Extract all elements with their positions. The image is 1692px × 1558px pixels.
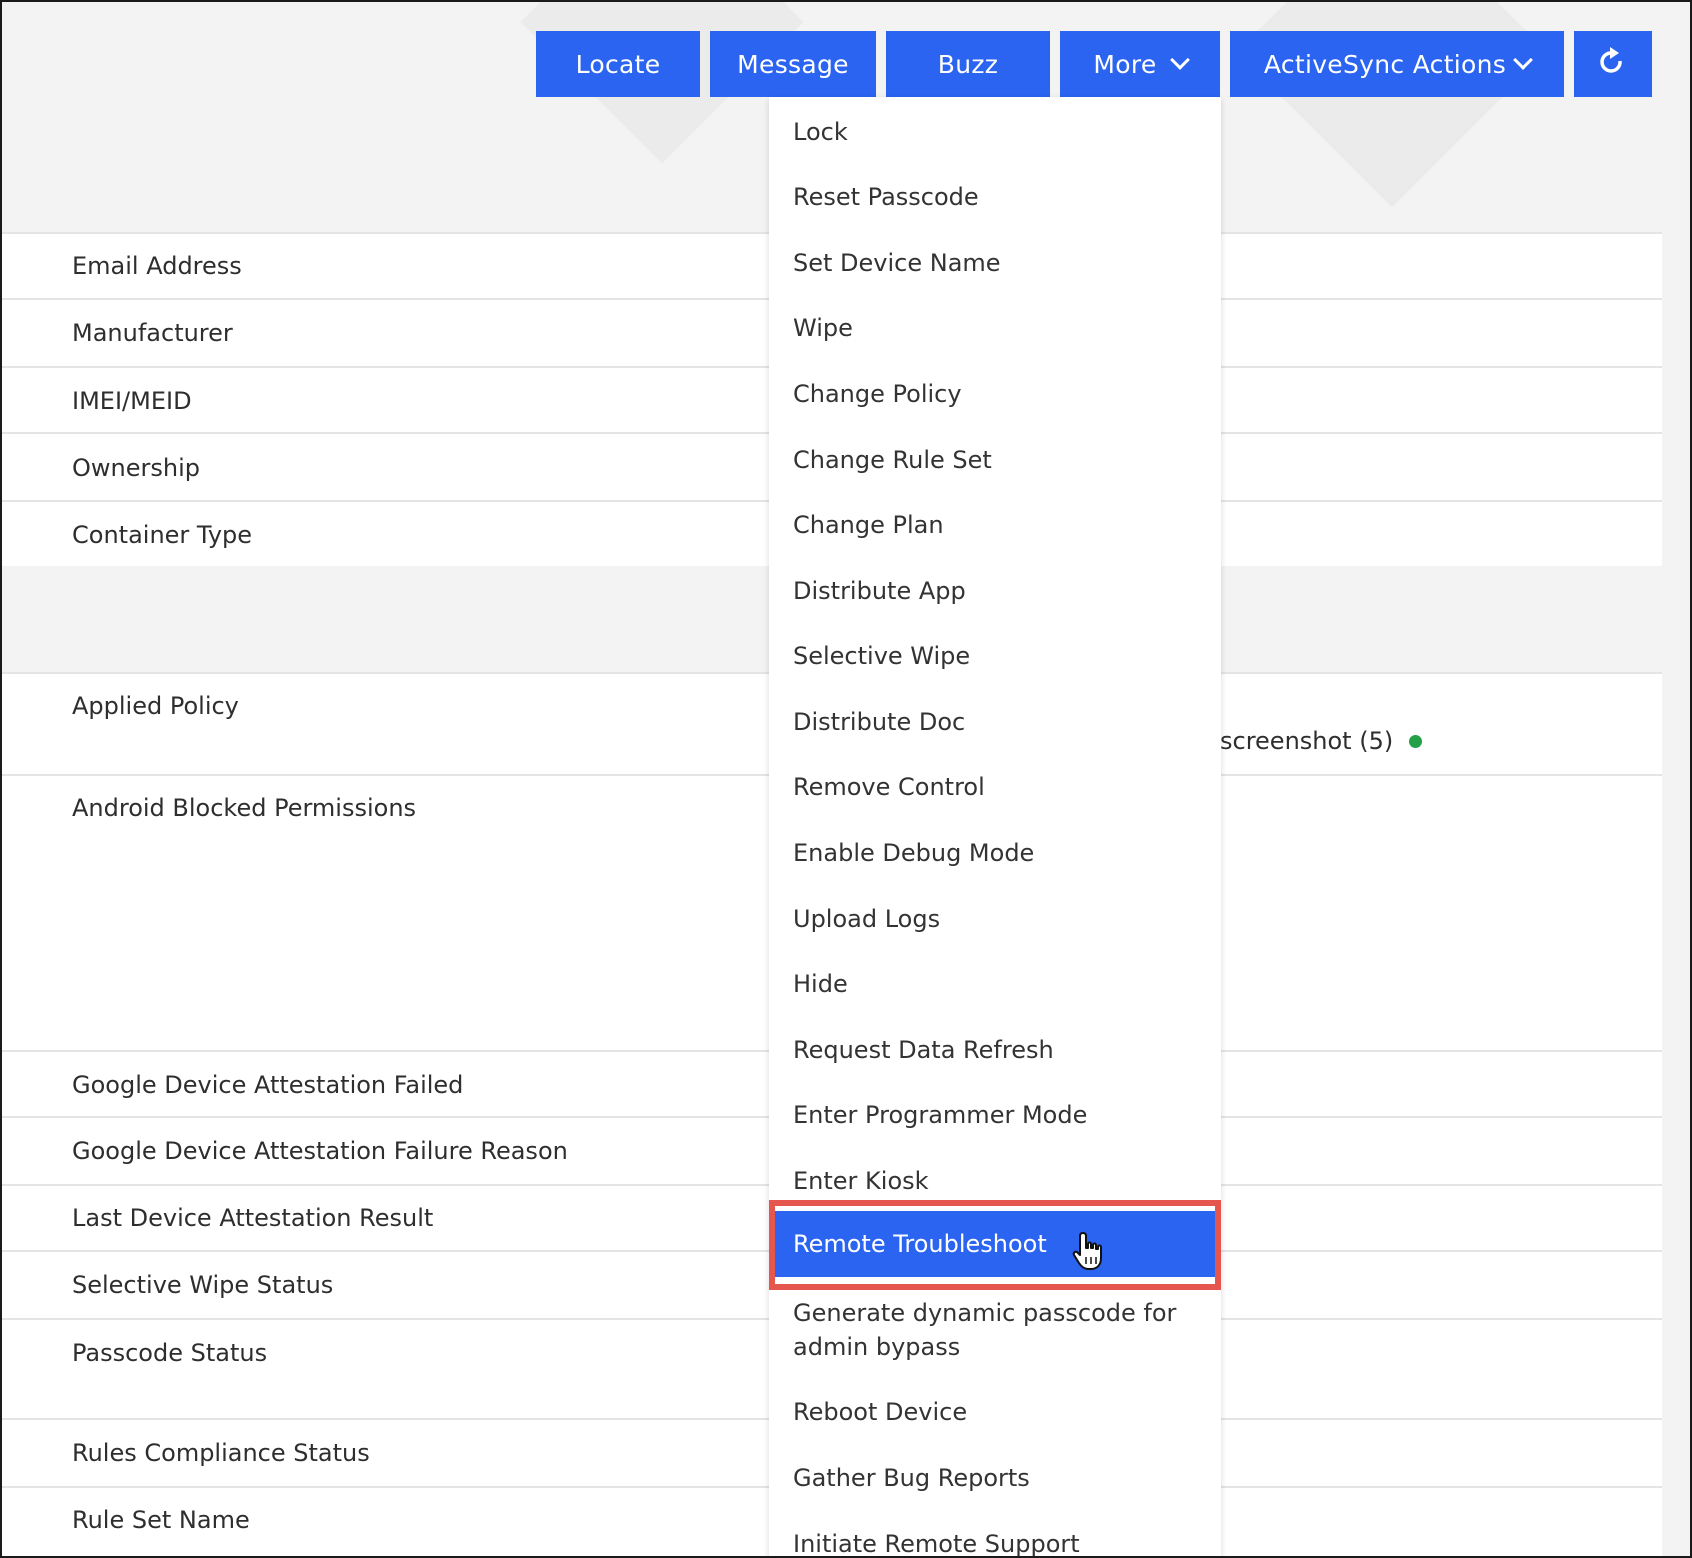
menu-item-upload-logs[interactable]: Upload Logs bbox=[793, 902, 940, 937]
menu-item-change-rule-set[interactable]: Change Rule Set bbox=[793, 443, 992, 478]
buzz-button[interactable]: Buzz bbox=[886, 31, 1050, 97]
menu-item-label: Remote Troubleshoot bbox=[793, 1229, 1047, 1258]
activesync-actions-button[interactable]: ActiveSync Actions bbox=[1230, 31, 1564, 97]
menu-item-wipe[interactable]: Wipe bbox=[793, 311, 853, 346]
menu-item-change-policy[interactable]: Change Policy bbox=[793, 377, 962, 412]
field-label: Rules Compliance Status bbox=[72, 1439, 370, 1467]
menu-item-set-device-name[interactable]: Set Device Name bbox=[793, 246, 1001, 281]
menu-item-initiate-remote-support[interactable]: Initiate Remote Support bbox=[793, 1527, 1080, 1556]
field-label: Ownership bbox=[72, 454, 200, 482]
menu-item-distribute-doc[interactable]: Distribute Doc bbox=[793, 705, 965, 740]
refresh-icon bbox=[1600, 47, 1622, 73]
chevron-down-icon bbox=[1169, 50, 1190, 70]
menu-item-selective-wipe[interactable]: Selective Wipe bbox=[793, 639, 970, 674]
message-button[interactable]: Message bbox=[710, 31, 876, 97]
field-label: Rule Set Name bbox=[72, 1506, 250, 1534]
field-label: Passcode Status bbox=[72, 1339, 268, 1367]
field-label: Google Device Attestation Failure Reason bbox=[72, 1137, 568, 1165]
menu-item-generate-dynamic-passcode-line2[interactable]: admin bypass bbox=[793, 1330, 960, 1365]
menu-item-change-plan[interactable]: Change Plan bbox=[793, 508, 944, 543]
menu-item-request-data-refresh[interactable]: Request Data Refresh bbox=[793, 1033, 1054, 1068]
locate-button-label: Locate bbox=[575, 49, 661, 79]
refresh-button[interactable] bbox=[1574, 31, 1652, 97]
field-label: IMEI/MEID bbox=[72, 387, 192, 415]
more-actions-menu: Lock Reset Passcode Set Device Name Wipe… bbox=[769, 97, 1221, 1556]
menu-item-enter-programmer-mode[interactable]: Enter Programmer Mode bbox=[793, 1098, 1087, 1133]
field-label: Applied Policy bbox=[72, 692, 239, 720]
menu-item-hide[interactable]: Hide bbox=[793, 967, 848, 1002]
applied-policy-text: screenshot (5) bbox=[1220, 727, 1394, 755]
menu-item-reboot-device[interactable]: Reboot Device bbox=[793, 1395, 967, 1430]
locate-button[interactable]: Locate bbox=[536, 31, 700, 97]
field-label: Email Address bbox=[72, 252, 242, 280]
menu-item-gather-bug-reports[interactable]: Gather Bug Reports bbox=[793, 1461, 1030, 1496]
field-label: Android Blocked Permissions bbox=[72, 794, 417, 822]
menu-item-enter-kiosk[interactable]: Enter Kiosk bbox=[793, 1164, 929, 1199]
menu-item-enable-debug-mode[interactable]: Enable Debug Mode bbox=[793, 836, 1034, 871]
status-dot-icon bbox=[1409, 734, 1423, 748]
menu-item-generate-dynamic-passcode[interactable]: Generate dynamic passcode for bbox=[793, 1296, 1176, 1331]
activesync-button-label: ActiveSync Actions bbox=[1263, 49, 1507, 79]
menu-item-remove-control[interactable]: Remove Control bbox=[793, 770, 985, 805]
applied-policy-value: screenshot (5) bbox=[1220, 727, 1423, 755]
field-label: Container Type bbox=[72, 521, 253, 549]
message-button-label: Message bbox=[737, 49, 849, 79]
menu-item-reset-passcode[interactable]: Reset Passcode bbox=[793, 180, 979, 215]
menu-item-lock[interactable]: Lock bbox=[793, 115, 848, 150]
field-label: Last Device Attestation Result bbox=[72, 1204, 434, 1232]
field-label: Google Device Attestation Failed bbox=[72, 1071, 464, 1099]
more-dropdown-button[interactable]: More bbox=[1060, 31, 1220, 97]
device-details-page: Locate Message Buzz More ActiveSync Acti… bbox=[0, 0, 1692, 1558]
field-label: Manufacturer bbox=[72, 319, 233, 347]
hand-pointer-icon bbox=[1072, 1232, 1102, 1270]
field-label: Selective Wipe Status bbox=[72, 1271, 334, 1299]
menu-item-remote-troubleshoot[interactable]: Remote Troubleshoot bbox=[769, 1211, 1221, 1277]
buzz-button-label: Buzz bbox=[937, 49, 999, 79]
menu-item-distribute-app[interactable]: Distribute App bbox=[793, 574, 966, 609]
more-button-label: More bbox=[1093, 49, 1157, 79]
chevron-down-icon bbox=[1513, 50, 1534, 70]
